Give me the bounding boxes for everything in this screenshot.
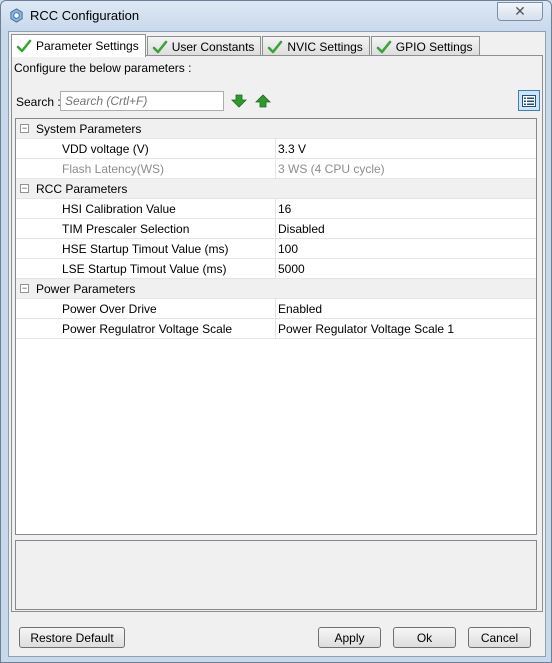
property-value[interactable]: Disabled — [278, 222, 325, 236]
column-divider — [275, 259, 276, 279]
window-title: RCC Configuration — [30, 8, 140, 23]
tab-strip: Parameter Settings User Constants NVIC S… — [11, 34, 481, 57]
property-value[interactable]: 100 — [278, 242, 298, 256]
property-name: LSE Startup Timout Value (ms) — [62, 262, 227, 276]
property-row-power-regulator-scale[interactable]: Power Regulatror Voltage Scale Power Reg… — [16, 319, 536, 339]
group-label: Power Parameters — [36, 282, 136, 296]
close-button[interactable]: ✕ — [497, 2, 543, 21]
group-label: System Parameters — [36, 122, 142, 136]
property-row-power-over-drive[interactable]: Power Over Drive Enabled — [16, 299, 536, 319]
property-row-vdd-voltage[interactable]: VDD voltage (V) 3.3 V — [16, 139, 536, 159]
ok-button[interactable]: Ok — [393, 627, 456, 648]
property-name: VDD voltage (V) — [62, 142, 149, 156]
rcc-configuration-dialog: RCC Configuration ✕ Parameter Settings U… — [0, 0, 552, 663]
property-row-hsi-calibration[interactable]: HSI Calibration Value 16 — [16, 199, 536, 219]
group-row-system-parameters[interactable]: − System Parameters — [16, 119, 536, 139]
tab-label: User Constants — [171, 39, 255, 54]
dialog-body: Parameter Settings User Constants NVIC S… — [8, 31, 546, 657]
property-name: TIM Prescaler Selection — [62, 222, 190, 236]
property-name: Power Regulatror Voltage Scale — [62, 322, 233, 336]
property-row-hse-startup[interactable]: HSE Startup Timout Value (ms) 100 — [16, 239, 536, 259]
title-bar: RCC Configuration ✕ — [1, 1, 551, 31]
instruction-text: Configure the below parameters : — [14, 61, 192, 75]
restore-default-button[interactable]: Restore Default — [19, 627, 125, 648]
close-icon: ✕ — [514, 3, 526, 19]
check-icon — [376, 40, 392, 53]
column-divider — [275, 219, 276, 239]
apply-button[interactable]: Apply — [318, 627, 381, 648]
tab-parameter-settings[interactable]: Parameter Settings — [11, 34, 146, 57]
property-row-tim-prescaler[interactable]: TIM Prescaler Selection Disabled — [16, 219, 536, 239]
property-value[interactable]: 16 — [278, 202, 291, 216]
check-icon — [152, 40, 168, 53]
gear-cube-icon — [10, 8, 23, 23]
tab-user-constants[interactable]: User Constants — [146, 36, 262, 56]
property-value[interactable]: 3.3 V — [278, 142, 306, 156]
property-value[interactable]: Power Regulator Voltage Scale 1 — [278, 322, 454, 336]
property-name: HSI Calibration Value — [62, 202, 176, 216]
property-value[interactable]: Enabled — [278, 302, 322, 316]
column-divider — [275, 299, 276, 319]
collapse-icon[interactable]: − — [20, 284, 29, 293]
tab-label: NVIC Settings — [287, 39, 363, 54]
property-name: Power Over Drive — [62, 302, 157, 316]
check-icon — [268, 40, 283, 53]
parameter-settings-panel: Configure the below parameters : Search … — [11, 55, 543, 612]
list-view-icon — [522, 94, 536, 107]
collapse-icon[interactable]: − — [20, 124, 29, 133]
collapse-icon[interactable]: − — [20, 184, 29, 193]
group-row-power-parameters[interactable]: − Power Parameters — [16, 279, 536, 299]
tab-label: Parameter Settings — [36, 39, 139, 53]
arrow-up-icon[interactable] — [255, 94, 271, 108]
column-divider — [275, 159, 276, 179]
group-row-rcc-parameters[interactable]: − RCC Parameters — [16, 179, 536, 199]
tab-gpio-settings[interactable]: GPIO Settings — [370, 36, 480, 56]
check-icon — [16, 39, 32, 53]
tab-nvic-settings[interactable]: NVIC Settings — [262, 36, 370, 56]
tab-label: GPIO Settings — [395, 39, 473, 54]
property-grid: − System Parameters VDD voltage (V) 3.3 … — [15, 118, 537, 535]
property-name: Flash Latency(WS) — [62, 162, 165, 176]
property-row-flash-latency: Flash Latency(WS) 3 WS (4 CPU cycle) — [16, 159, 536, 179]
cancel-button[interactable]: Cancel — [468, 627, 531, 648]
view-mode-button[interactable] — [518, 90, 540, 111]
column-divider — [275, 139, 276, 159]
column-divider — [275, 319, 276, 339]
group-label: RCC Parameters — [36, 182, 128, 196]
description-box — [15, 540, 537, 610]
arrow-down-icon[interactable] — [231, 94, 247, 108]
property-value[interactable]: 5000 — [278, 262, 305, 276]
property-name: HSE Startup Timout Value (ms) — [62, 242, 229, 256]
search-input[interactable] — [60, 91, 224, 111]
property-value: 3 WS (4 CPU cycle) — [278, 162, 385, 176]
property-row-lse-startup[interactable]: LSE Startup Timout Value (ms) 5000 — [16, 259, 536, 279]
column-divider — [275, 239, 276, 259]
column-divider — [275, 199, 276, 219]
search-label: Search : — [16, 95, 61, 109]
